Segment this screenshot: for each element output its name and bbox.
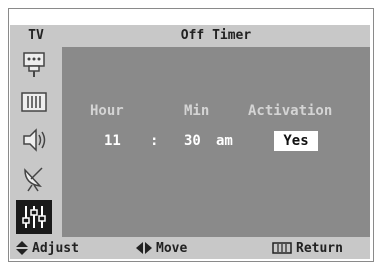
left-right-arrows-icon (136, 242, 152, 254)
move-hint: Move (136, 237, 187, 259)
bottom-hint-bar: Adjust Move Return (10, 237, 370, 259)
activation-header: Activation (248, 103, 333, 119)
up-down-arrows-icon (16, 241, 28, 255)
ampm-value[interactable]: am (216, 133, 233, 149)
adjust-hint: Adjust (16, 237, 79, 259)
return-hint: Return (272, 237, 343, 259)
setup-sliders-icon[interactable] (16, 200, 52, 234)
picture-icon[interactable] (16, 87, 52, 117)
hour-header: Hour (90, 103, 124, 119)
input-plug-icon[interactable] (16, 49, 52, 79)
min-header: Min (184, 103, 210, 119)
off-timer-panel: Hour Min Activation 11 : 30 am Yes (62, 47, 370, 237)
adjust-label: Adjust (32, 240, 79, 256)
menu-sidebar (10, 47, 62, 237)
time-separator: : (150, 133, 159, 149)
source-label: TV (28, 28, 44, 43)
menu-return-icon (272, 242, 292, 254)
sound-icon[interactable] (16, 125, 52, 155)
top-bar: TV Off Timer (10, 25, 370, 47)
move-label: Move (156, 240, 188, 256)
min-value[interactable]: 30 (184, 133, 201, 149)
hour-value[interactable]: 11 (104, 133, 121, 149)
return-label: Return (296, 240, 343, 256)
page-title: Off Timer (180, 28, 252, 43)
activation-value[interactable]: Yes (274, 131, 318, 151)
channel-antenna-icon[interactable] (16, 163, 52, 193)
